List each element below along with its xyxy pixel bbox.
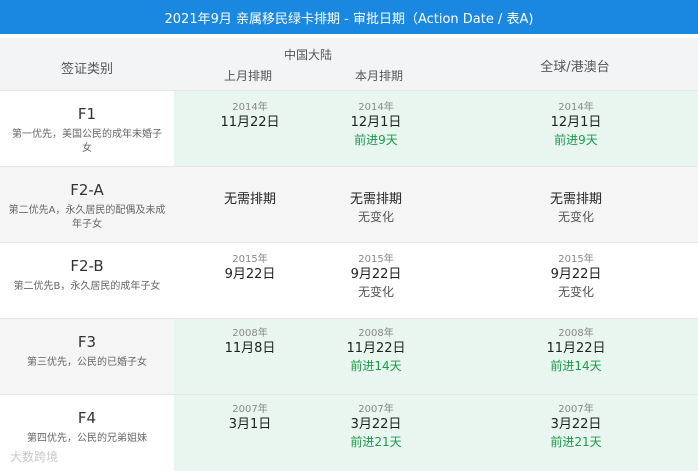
status: 无变化 [357,210,394,224]
year: 2015年 [358,254,394,265]
date: 3月22日 [350,417,402,432]
table-header: 签证类别 中国大陆 上月排期 本月排期 全球/港澳台 [0,38,698,90]
category-desc: 第四优先，公民的兄弟姐妹 [27,433,147,444]
table-row: F1 第一优先，美国公民的成年未婚子女 2014年 11月22日 2014年 1… [0,90,698,167]
status: 前进9天 [554,133,598,147]
category-code: F2-B [70,257,104,275]
category-cell: F3 第三优先，公民的已婚子女 [0,319,174,395]
date: 11月22日 [346,341,406,356]
watermark: 大数跨境 [10,448,58,465]
category-desc: 第二优先A，永久居民的配偶及未成年子女 [8,205,166,230]
date: 11月22日 [546,341,606,356]
last-month-cell: 无需排期 [190,191,310,209]
global-cell: 2014年 12月1日 前进9天 [516,101,636,148]
this-month-cell: 2007年 3月22日 前进21天 [316,403,436,450]
table-title-text: 2021年9月 亲属移民绿卡排期 - 审批日期（Action Date / 表A… [164,11,534,27]
global-cell: 2008年 11月22日 前进14天 [516,327,636,374]
header-this-month: 本月排期 [354,69,403,83]
year: 2007年 [232,404,268,415]
this-month-cell: 无需排期 无变化 [316,191,436,225]
global-cell: 无需排期 无变化 [516,191,636,225]
year: 2014年 [558,102,594,113]
date: 9月22日 [224,267,276,282]
header-last-month: 上月排期 [223,69,272,83]
this-month-cell: 2015年 9月22日 无变化 [316,253,436,300]
status: 无变化 [557,210,594,224]
category-code: F3 [77,333,97,351]
last-month-cell: 2008年 11月8日 [190,327,310,358]
table-row: F4 第四优先，公民的兄弟姐妹 2007年 3月1日 2007年 3月22日 前… [0,394,698,471]
this-month-cell: 2014年 12月1日 前进9天 [316,101,436,148]
status: 无变化 [357,285,394,299]
year: 2014年 [232,102,268,113]
category-cell: F2-A 第二优先A，永久居民的配偶及未成年子女 [0,167,174,243]
table-row: F2-A 第二优先A，永久居民的配偶及未成年子女 无需排期 无需排期 无变化 无… [0,166,698,243]
status: 前进21天 [350,435,402,449]
year: 2008年 [558,328,594,339]
watermark-text: 大数跨境 [10,450,59,464]
last-month-cell: 2007年 3月1日 [190,403,310,434]
table-row: F3 第三优先，公民的已婚子女 2008年 11月8日 2008年 11月22日… [0,318,698,395]
status: 前进14天 [350,359,402,373]
category-code: F1 [77,105,97,123]
status: 前进21天 [550,435,602,449]
date: 11月22日 [220,115,280,130]
status: 无变化 [557,285,594,299]
date: 11月8日 [224,341,276,356]
date: 12月1日 [350,115,402,130]
table-title: 2021年9月 亲属移民绿卡排期 - 审批日期（Action Date / 表A… [0,0,698,34]
date: 无需排期 [223,192,276,207]
global-cell: 2015年 9月22日 无变化 [516,253,636,300]
status: 前进14天 [550,359,602,373]
date: 12月1日 [550,115,602,130]
category-code: F2-A [70,181,104,199]
header-global: 全球/港澳台 [540,60,610,75]
year: 2014年 [358,102,394,113]
year: 2008年 [358,328,394,339]
last-month-cell: 2014年 11月22日 [190,101,310,132]
date: 无需排期 [549,192,602,207]
date: 3月1日 [228,417,272,432]
table-row: F2-B 第二优先B，永久居民的成年子女 2015年 9月22日 2015年 9… [0,242,698,319]
global-cell: 2007年 3月22日 前进21天 [516,403,636,450]
year: 2007年 [558,404,594,415]
year: 2007年 [358,404,394,415]
year: 2008年 [232,328,268,339]
status: 前进9天 [354,133,398,147]
category-cell: F2-B 第二优先B，永久居民的成年子女 [0,243,174,319]
year: 2015年 [558,254,594,265]
date: 无需排期 [349,192,402,207]
category-desc: 第三优先，公民的已婚子女 [27,357,147,368]
header-mainland: 中国大陆 [283,48,332,62]
year: 2015年 [232,254,268,265]
date: 9月22日 [550,267,602,282]
last-month-cell: 2015年 9月22日 [190,253,310,284]
category-desc: 第一优先，美国公民的成年未婚子女 [12,129,162,154]
date: 3月22日 [550,417,602,432]
category-desc: 第二优先B，永久居民的成年子女 [13,281,161,292]
category-code: F4 [77,409,97,427]
this-month-cell: 2008年 11月22日 前进14天 [316,327,436,374]
category-cell: F1 第一优先，美国公民的成年未婚子女 [0,91,174,167]
date: 9月22日 [350,267,402,282]
header-category: 签证类别 [60,62,113,77]
